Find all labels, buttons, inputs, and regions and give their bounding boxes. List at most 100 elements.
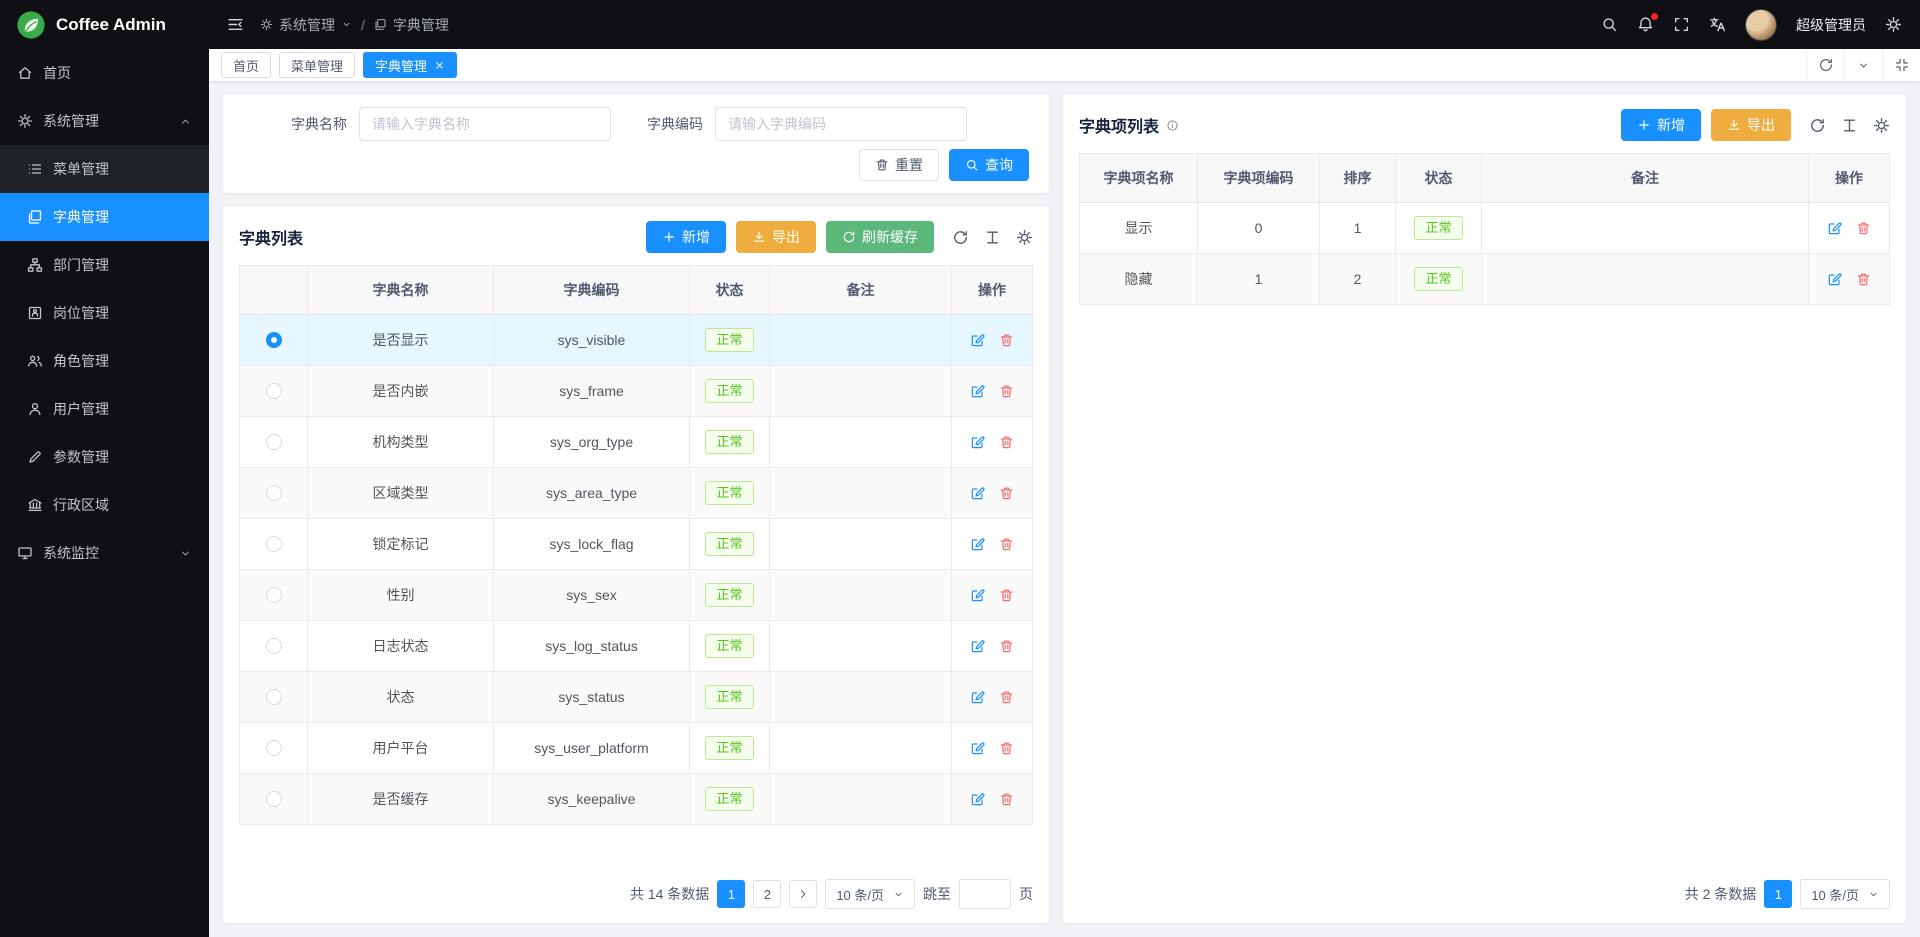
next-page-button[interactable] bbox=[789, 880, 817, 908]
row-radio[interactable] bbox=[266, 383, 282, 399]
delete-icon[interactable] bbox=[999, 690, 1014, 705]
fullscreen-button[interactable] bbox=[1673, 16, 1690, 33]
refresh-tab-button[interactable] bbox=[1806, 49, 1844, 81]
sidebar-item-post-mgmt[interactable]: 岗位管理 bbox=[0, 289, 209, 337]
export-dict-button[interactable]: 导出 bbox=[736, 221, 816, 253]
status-cell: 正常 bbox=[690, 723, 770, 773]
page-button-2[interactable]: 2 bbox=[753, 880, 781, 908]
menu-collapse-button[interactable] bbox=[227, 16, 244, 33]
edit-icon[interactable] bbox=[970, 435, 985, 450]
sidebar-item-admin-area[interactable]: 行政区域 bbox=[0, 481, 209, 529]
row-radio[interactable] bbox=[266, 791, 282, 807]
font-size-icon[interactable] bbox=[1841, 117, 1858, 134]
row-radio[interactable] bbox=[266, 587, 282, 603]
edit-icon[interactable] bbox=[970, 792, 985, 807]
edit-icon[interactable] bbox=[970, 639, 985, 654]
translate-button[interactable] bbox=[1709, 16, 1726, 33]
table-row[interactable]: 显示 0 1 正常 bbox=[1080, 202, 1889, 253]
dict-name-input[interactable] bbox=[359, 107, 611, 141]
reset-button[interactable]: 重置 bbox=[859, 149, 939, 181]
sidebar-item-menu-mgmt[interactable]: 菜单管理 bbox=[0, 145, 209, 193]
row-radio[interactable] bbox=[266, 332, 282, 348]
row-radio[interactable] bbox=[266, 689, 282, 705]
sidebar-item-role-mgmt[interactable]: 角色管理 bbox=[0, 337, 209, 385]
sidebar-item-user-mgmt[interactable]: 用户管理 bbox=[0, 385, 209, 433]
refresh-icon bbox=[1818, 57, 1834, 73]
table-row[interactable]: 隐藏 1 2 正常 bbox=[1080, 253, 1889, 304]
table-row[interactable]: 区域类型 sys_area_type 正常 bbox=[240, 467, 1032, 518]
delete-icon[interactable] bbox=[999, 384, 1014, 399]
edit-icon[interactable] bbox=[970, 741, 985, 756]
tab-options-button[interactable] bbox=[1844, 49, 1882, 81]
row-radio[interactable] bbox=[266, 638, 282, 654]
breadcrumb-item-system[interactable]: 系统管理 bbox=[260, 15, 352, 35]
table-row[interactable]: 用户平台 sys_user_platform 正常 bbox=[240, 722, 1032, 773]
table-row[interactable]: 机构类型 sys_org_type 正常 bbox=[240, 416, 1032, 467]
export-items-button[interactable]: 导出 bbox=[1711, 109, 1791, 141]
notifications-button[interactable] bbox=[1637, 16, 1654, 33]
row-radio[interactable] bbox=[266, 434, 282, 450]
column-settings-icon[interactable] bbox=[1016, 229, 1033, 246]
avatar[interactable] bbox=[1745, 9, 1777, 41]
table-row[interactable]: 是否缓存 sys_keepalive 正常 bbox=[240, 773, 1032, 824]
edit-icon[interactable] bbox=[1827, 221, 1842, 236]
radio-cell bbox=[240, 417, 308, 467]
tab-menu-mgmt[interactable]: 菜单管理 bbox=[279, 52, 355, 78]
table-row[interactable]: 性别 sys_sex 正常 bbox=[240, 569, 1032, 620]
refresh-cache-button[interactable]: 刷新缓存 bbox=[826, 221, 934, 253]
edit-icon[interactable] bbox=[970, 333, 985, 348]
table-row[interactable]: 状态 sys_status 正常 bbox=[240, 671, 1032, 722]
delete-icon[interactable] bbox=[1856, 221, 1871, 236]
delete-icon[interactable] bbox=[999, 435, 1014, 450]
search-button[interactable] bbox=[1601, 16, 1618, 33]
delete-icon[interactable] bbox=[999, 792, 1014, 807]
delete-icon[interactable] bbox=[999, 333, 1014, 348]
dict-code-input[interactable] bbox=[715, 107, 967, 141]
delete-icon[interactable] bbox=[999, 639, 1014, 654]
edit-icon[interactable] bbox=[970, 690, 985, 705]
tab-home[interactable]: 首页 bbox=[221, 52, 271, 78]
delete-icon[interactable] bbox=[999, 486, 1014, 501]
settings-button[interactable] bbox=[1885, 16, 1902, 33]
table-row[interactable]: 是否显示 sys_visible 正常 bbox=[240, 314, 1032, 365]
tab-tools bbox=[1806, 49, 1920, 81]
edit-icon[interactable] bbox=[970, 537, 985, 552]
sidebar-item-param-mgmt[interactable]: 参数管理 bbox=[0, 433, 209, 481]
page-size-select[interactable]: 10 条/页 bbox=[1800, 879, 1890, 909]
close-icon[interactable] bbox=[434, 60, 445, 71]
add-dict-button[interactable]: 新增 bbox=[646, 221, 726, 253]
toggle-fullscreen-content-button[interactable] bbox=[1882, 49, 1920, 81]
jump-page-input[interactable] bbox=[959, 879, 1011, 909]
tab-dict-mgmt[interactable]: 字典管理 bbox=[363, 52, 457, 78]
table-row[interactable]: 锁定标记 sys_lock_flag 正常 bbox=[240, 518, 1032, 569]
delete-icon[interactable] bbox=[1856, 272, 1871, 287]
username[interactable]: 超级管理员 bbox=[1796, 15, 1866, 35]
column-settings-icon[interactable] bbox=[1873, 117, 1890, 134]
sidebar-item-dict-mgmt[interactable]: 字典管理 bbox=[0, 193, 209, 241]
page-button-1[interactable]: 1 bbox=[717, 880, 745, 908]
query-button[interactable]: 查询 bbox=[949, 149, 1029, 181]
sidebar-item-system[interactable]: 系统管理 bbox=[0, 97, 209, 145]
delete-icon[interactable] bbox=[999, 588, 1014, 603]
dict-name-cell: 是否缓存 bbox=[308, 774, 494, 824]
table-row[interactable]: 是否内嵌 sys_frame 正常 bbox=[240, 365, 1032, 416]
table-row[interactable]: 日志状态 sys_log_status 正常 bbox=[240, 620, 1032, 671]
page-size-select[interactable]: 10 条/页 bbox=[825, 879, 915, 909]
row-radio[interactable] bbox=[266, 536, 282, 552]
edit-icon[interactable] bbox=[970, 384, 985, 399]
delete-icon[interactable] bbox=[999, 537, 1014, 552]
edit-icon[interactable] bbox=[970, 588, 985, 603]
row-radio[interactable] bbox=[266, 485, 282, 501]
page-button-1[interactable]: 1 bbox=[1764, 880, 1792, 908]
add-item-button[interactable]: 新增 bbox=[1621, 109, 1701, 141]
refresh-table-icon[interactable] bbox=[1809, 117, 1826, 134]
refresh-table-icon[interactable] bbox=[952, 229, 969, 246]
row-radio[interactable] bbox=[266, 740, 282, 756]
sidebar-item-dept-mgmt[interactable]: 部门管理 bbox=[0, 241, 209, 289]
font-size-icon[interactable] bbox=[984, 229, 1001, 246]
edit-icon[interactable] bbox=[1827, 272, 1842, 287]
sidebar-item-home[interactable]: 首页 bbox=[0, 49, 209, 97]
sidebar-item-monitor[interactable]: 系统监控 bbox=[0, 529, 209, 577]
edit-icon[interactable] bbox=[970, 486, 985, 501]
delete-icon[interactable] bbox=[999, 741, 1014, 756]
